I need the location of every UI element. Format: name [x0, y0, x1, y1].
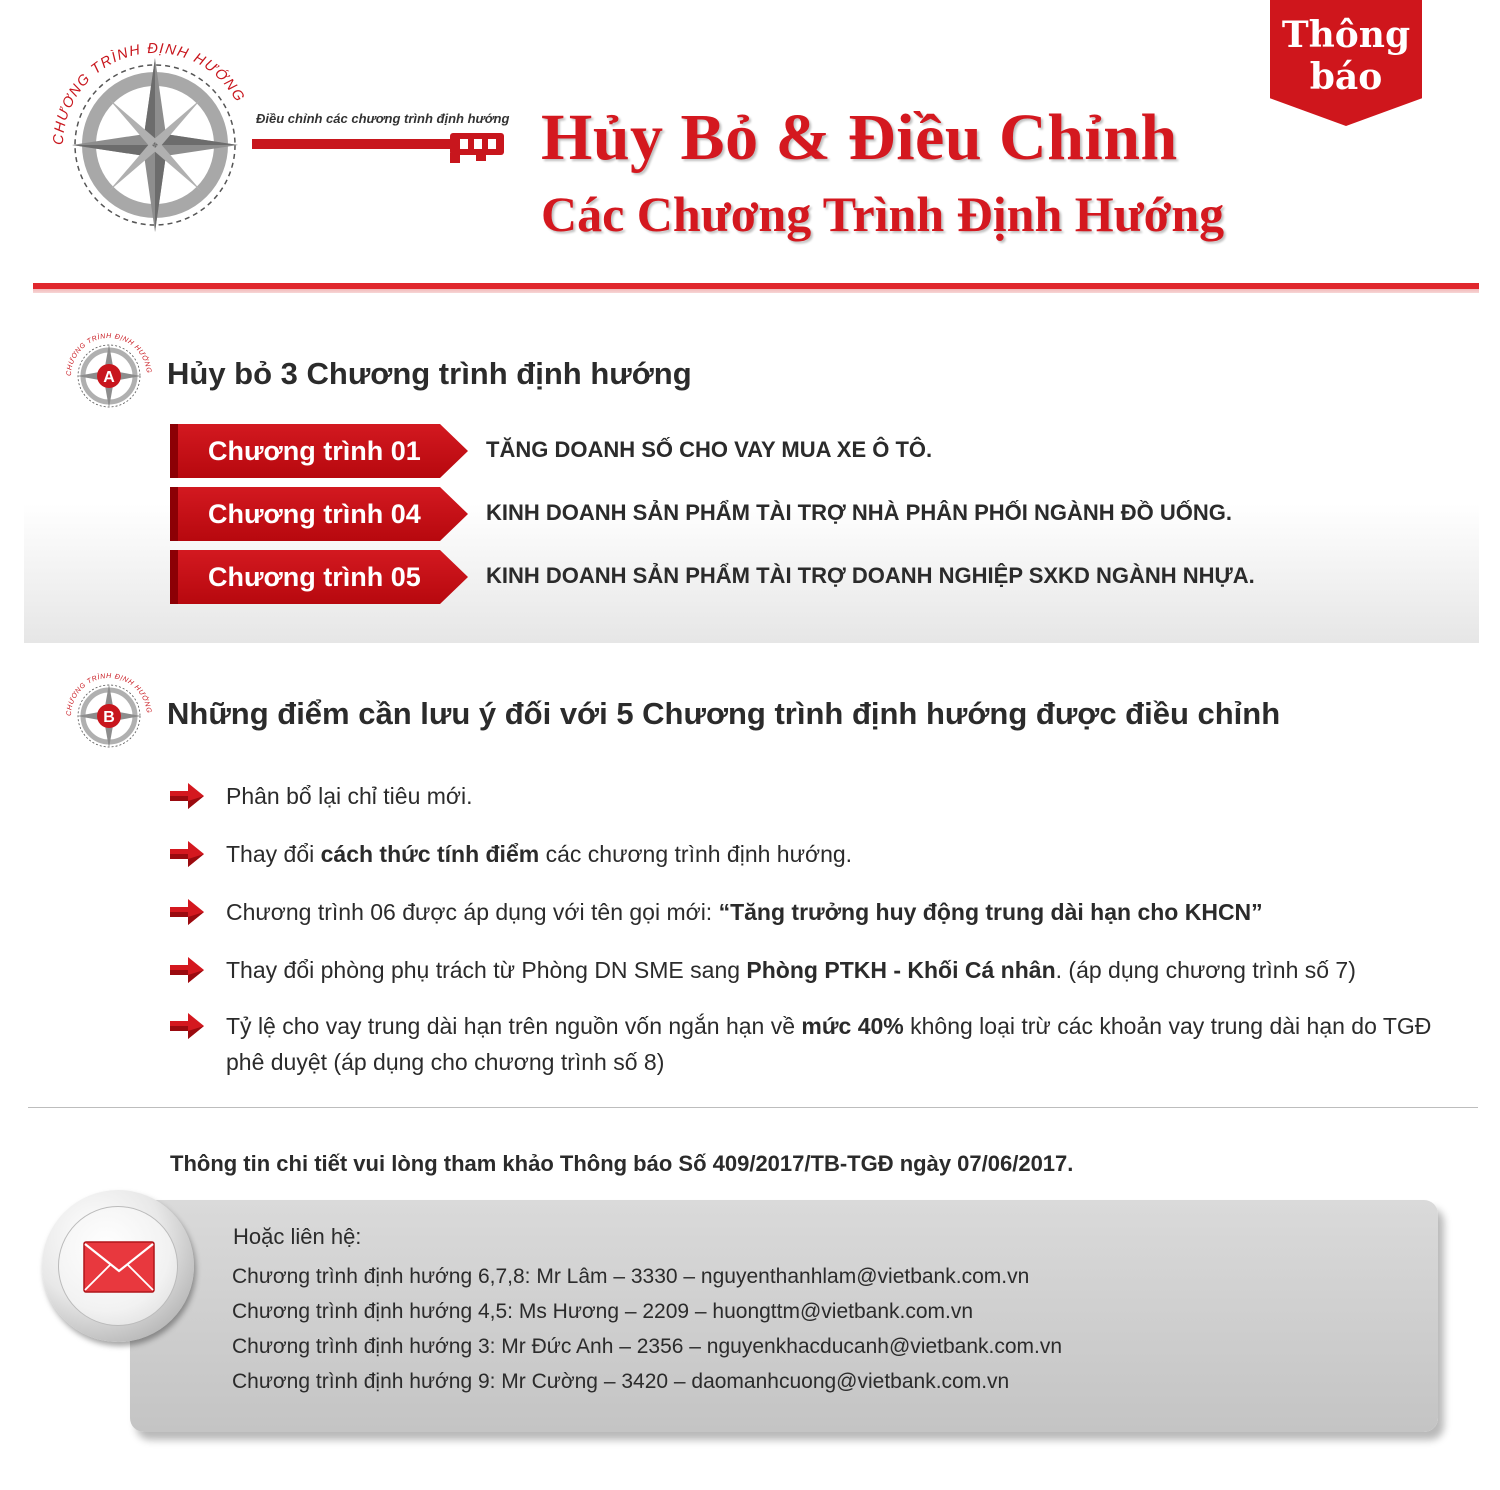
badge-line-2: báo	[1309, 56, 1383, 98]
envelope-icon	[83, 1241, 155, 1293]
note-text: Chương trình 06 được áp dụng với tên gọi…	[226, 899, 1263, 925]
program-desc: KINH DOANH SẢN PHẨM TÀI TRỢ DOANH NGHIỆP…	[486, 563, 1255, 588]
note-text: Thay đổi cách thức tính điểm các chương …	[226, 841, 853, 867]
page-title-line-2: Các Chương Trình Định Hướng	[541, 186, 1225, 242]
contact-line: Chương trình định hướng 9: Mr Cường – 34…	[232, 1370, 1010, 1393]
mail-badge	[42, 1190, 194, 1342]
compass-b-icon: B CHƯƠNG TRÌNH ĐỊNH HƯỚNG	[66, 672, 151, 748]
key-icon	[252, 133, 504, 163]
program-desc: TĂNG DOANH SỐ CHO VAY MUA XE Ô TÔ.	[486, 437, 933, 462]
program-row: Chương trình 04 KINH DOANH SẢN PHẨM TÀI …	[170, 487, 1470, 541]
badge-line-1: Thông	[1281, 14, 1411, 56]
section-a-title: Hủy bỏ 3 Chương trình định hướng	[167, 356, 692, 391]
note-text: Thay đổi phòng phụ trách từ Phòng DN SME…	[226, 957, 1356, 983]
contact-line: Chương trình định hướng 6,7,8: Mr Lâm – …	[232, 1265, 1030, 1288]
arrow-right-icon	[170, 899, 204, 925]
arrow-right-icon	[170, 1013, 204, 1039]
program-tag: Chương trình 05	[170, 550, 468, 604]
arrow-right-icon	[170, 957, 204, 983]
icon-letter-a: A	[103, 369, 115, 386]
key-caption: Điều chỉnh các chương trình định hướng	[256, 111, 510, 126]
compass-a-icon: A CHƯƠNG TRÌNH ĐỊNH HƯỚNG	[66, 332, 151, 408]
section-b-title: Những điểm cần lưu ý đối với 5 Chương tr…	[167, 696, 1281, 731]
note-text: Phân bổ lại chỉ tiêu mới.	[226, 783, 473, 809]
arrow-right-icon	[170, 783, 204, 809]
icon-letter-b: B	[103, 709, 115, 726]
program-tag: Chương trình 04	[170, 487, 468, 541]
reference-info: Thông tin chi tiết vui lòng tham khảo Th…	[170, 1151, 1074, 1176]
contact-line: Chương trình định hướng 4,5: Ms Hương – …	[232, 1300, 974, 1323]
program-row: Chương trình 01 TĂNG DOANH SỐ CHO VAY MU…	[170, 424, 1470, 478]
header-divider	[33, 283, 1479, 293]
program-row: Chương trình 05 KINH DOANH SẢN PHẨM TÀI …	[170, 550, 1470, 604]
section-divider	[28, 1107, 1478, 1108]
page-title-line-1: Hủy Bỏ & Điều Chỉnh	[541, 101, 1178, 174]
contact-line: Chương trình định hướng 3: Mr Đức Anh – …	[232, 1335, 1063, 1358]
program-desc: KINH DOANH SẢN PHẨM TÀI TRỢ NHÀ PHÂN PHỐ…	[486, 500, 1232, 525]
program-tag: Chương trình 01	[170, 424, 468, 478]
contact-heading: Hoặc liên hệ:	[233, 1224, 362, 1249]
arrow-right-icon	[170, 841, 204, 867]
mail-badge-inner	[58, 1206, 178, 1326]
note-text: Tỷ lệ cho vay trung dài hạn trên nguồn v…	[226, 1013, 1432, 1075]
compass-logo-icon: CHƯƠNG TRÌNH ĐỊNH HƯỚNG	[51, 41, 246, 232]
notice-badge: Thông báo	[1270, 0, 1422, 126]
